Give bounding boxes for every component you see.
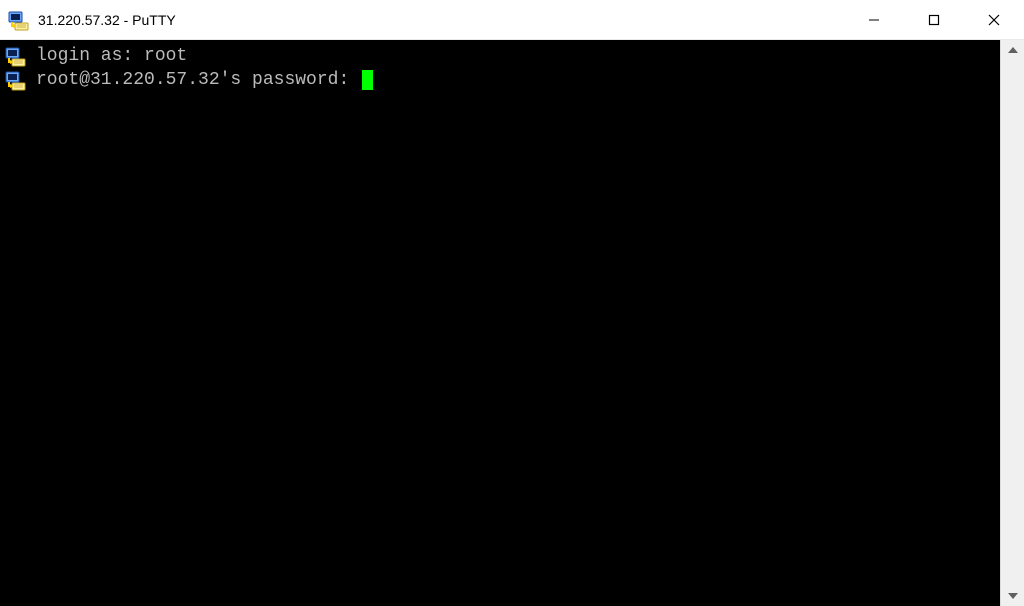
window-titlebar[interactable]: 31.220.57.32 - PuTTY [0, 0, 1024, 40]
window-title: 31.220.57.32 - PuTTY [38, 12, 844, 28]
terminal-cursor [362, 70, 373, 90]
window-controls [844, 0, 1024, 39]
login-prompt: login as: [36, 44, 144, 68]
close-button[interactable] [964, 0, 1024, 39]
password-prompt: root@31.220.57.32's password: [36, 68, 360, 92]
scroll-up-arrow-icon[interactable] [1001, 40, 1024, 60]
scroll-down-arrow-icon[interactable] [1001, 586, 1024, 606]
putty-prompt-icon [2, 69, 30, 91]
terminal-line: root@31.220.57.32's password: [0, 68, 1000, 92]
vertical-scrollbar[interactable] [1000, 40, 1024, 606]
terminal[interactable]: login as: root root@31.220.57.32's passw… [0, 40, 1000, 606]
minimize-button[interactable] [844, 0, 904, 39]
maximize-button[interactable] [904, 0, 964, 39]
login-value: root [144, 44, 187, 68]
terminal-area: login as: root root@31.220.57.32's passw… [0, 40, 1024, 606]
putty-app-icon [8, 9, 30, 31]
terminal-line: login as: root [0, 44, 1000, 68]
putty-prompt-icon [2, 45, 30, 67]
scroll-track[interactable] [1001, 60, 1024, 586]
